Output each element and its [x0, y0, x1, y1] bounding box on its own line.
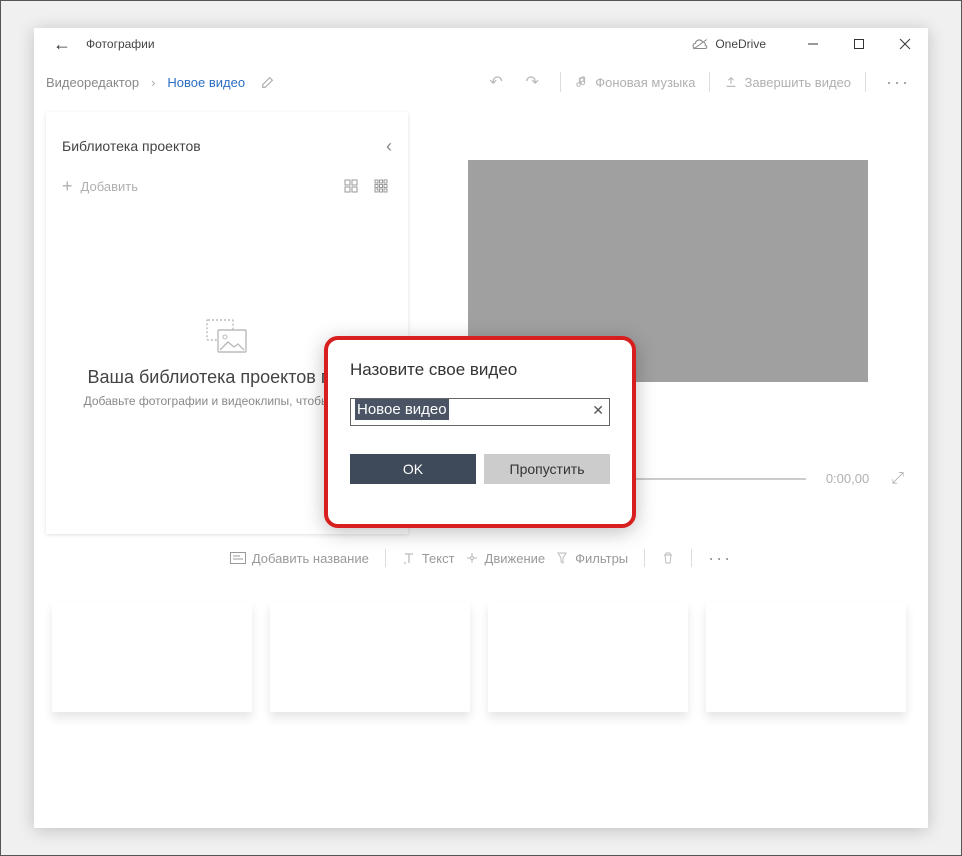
onedrive-link[interactable]: OneDrive — [691, 37, 766, 51]
clip-placeholder[interactable] — [706, 602, 906, 712]
text-button[interactable]: Текст — [402, 551, 455, 566]
titlebar: ← Фотографии OneDrive — [34, 28, 928, 60]
skip-button[interactable]: Пропустить — [484, 454, 610, 484]
add-title-card-button[interactable]: Добавить название — [230, 551, 369, 566]
view-small-grid-button[interactable] — [340, 175, 362, 197]
collapse-library-button[interactable]: ‹ — [386, 136, 392, 157]
clip-placeholder[interactable] — [270, 602, 470, 712]
minimize-button[interactable] — [790, 28, 836, 60]
time-total: 0:00,00 — [826, 471, 869, 486]
chevron-right-icon: › — [151, 75, 155, 90]
finish-video-button[interactable]: Завершить видео — [724, 75, 851, 90]
window-controls — [790, 28, 928, 60]
media-placeholder-icon — [206, 319, 248, 353]
redo-button[interactable]: ↷ — [518, 72, 546, 92]
breadcrumb-current[interactable]: Новое видео — [167, 75, 245, 90]
filters-icon — [555, 551, 569, 565]
delete-clip-button[interactable] — [661, 551, 675, 565]
ok-button[interactable]: OK — [350, 454, 476, 484]
dialog-title: Назовите свое видео — [350, 360, 610, 380]
storyboard-toolbar: Добавить название Текст Движение Фильтры — [34, 534, 928, 582]
bg-music-button[interactable]: Фоновая музыка — [575, 75, 695, 90]
app-title: Фотографии — [86, 37, 155, 51]
back-button[interactable]: ← — [42, 34, 82, 55]
clip-placeholder[interactable] — [488, 602, 688, 712]
video-name-input[interactable]: Новое видео — [350, 398, 610, 426]
storyboard[interactable] — [34, 582, 928, 828]
cloud-icon — [691, 37, 709, 51]
clip-placeholder[interactable] — [52, 602, 252, 712]
command-bar: Видеоредактор › Новое видео ↶ ↷ Фоновая … — [34, 60, 928, 104]
breadcrumb-root[interactable]: Видеоредактор — [46, 75, 139, 90]
rename-button[interactable] — [261, 75, 275, 89]
fullscreen-button[interactable]: ⤢ — [891, 470, 904, 488]
plus-icon: + — [62, 177, 73, 195]
text-icon — [402, 551, 416, 565]
more-button[interactable]: ··· — [880, 72, 916, 93]
clear-input-button[interactable]: ✕ — [592, 402, 604, 419]
music-icon — [575, 75, 589, 89]
name-video-dialog: Назовите свое видео Новое видео ✕ OK Про… — [324, 336, 636, 528]
add-media-button[interactable]: + Добавить — [62, 177, 138, 195]
export-icon — [724, 75, 738, 89]
close-button[interactable] — [882, 28, 928, 60]
library-title: Библиотека проектов — [62, 138, 386, 154]
motion-icon — [465, 551, 479, 565]
view-large-grid-button[interactable] — [370, 175, 392, 197]
motion-button[interactable]: Движение — [465, 551, 546, 566]
undo-button[interactable]: ↶ — [482, 72, 510, 92]
title-card-icon — [230, 552, 246, 564]
filters-button[interactable]: Фильтры — [555, 551, 628, 566]
storyboard-more-button[interactable]: ··· — [708, 548, 732, 569]
maximize-button[interactable] — [836, 28, 882, 60]
